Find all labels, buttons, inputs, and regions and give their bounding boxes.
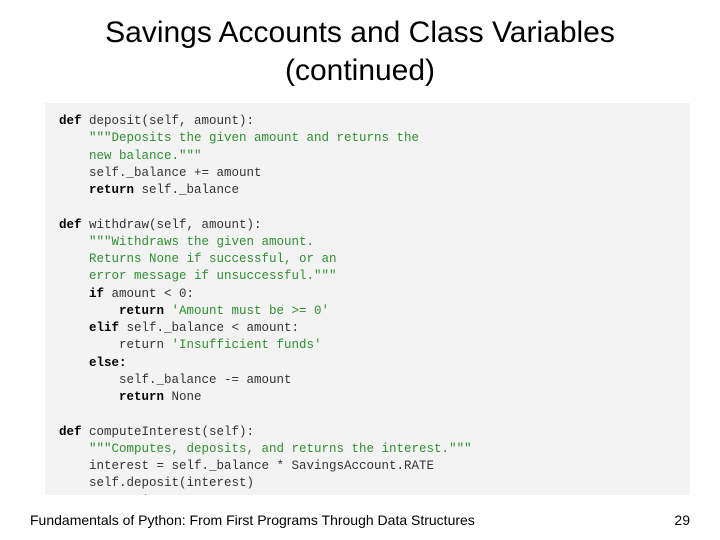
- code-text: [59, 304, 119, 318]
- code-text: amount < 0:: [104, 287, 194, 301]
- code-block: def deposit(self, amount): """Deposits t…: [45, 103, 690, 495]
- code-text: None: [164, 390, 202, 404]
- code-kw: def: [59, 218, 82, 232]
- code-kw: return: [119, 304, 164, 318]
- code-text: return: [59, 338, 172, 352]
- code-text: interest: [134, 494, 202, 496]
- code-text: self._balance < amount:: [119, 321, 299, 335]
- code-text: interest = self._balance * SavingsAccoun…: [59, 459, 434, 473]
- code-kw: return: [89, 494, 134, 496]
- code-text: [59, 321, 89, 335]
- code-text: [59, 183, 89, 197]
- code-text: [59, 287, 89, 301]
- code-kw: else:: [89, 356, 127, 370]
- code-docstring: new balance.""": [59, 149, 202, 163]
- code-string: 'Amount must be >= 0': [164, 304, 329, 318]
- title-line-2: (continued): [285, 54, 435, 87]
- code-docstring: error message if unsuccessful.""": [59, 269, 337, 283]
- code-kw: return: [119, 390, 164, 404]
- title-line-1: Savings Accounts and Class Variables: [105, 16, 615, 49]
- code-text: computeInterest(self):: [82, 425, 255, 439]
- page-number: 29: [674, 512, 690, 528]
- footer: Fundamentals of Python: From First Progr…: [30, 512, 690, 528]
- slide: Savings Accounts and Class Variables (co…: [0, 0, 720, 540]
- code-text: [59, 356, 89, 370]
- code-docstring: """Deposits the given amount and returns…: [59, 131, 419, 145]
- code-kw: return: [89, 183, 134, 197]
- code-kw: elif: [89, 321, 119, 335]
- code-docstring: """Computes, deposits, and returns the i…: [59, 442, 472, 456]
- code-text: self._balance += amount: [59, 166, 262, 180]
- code-docstring: """Withdraws the given amount.: [59, 235, 314, 249]
- footer-text: Fundamentals of Python: From First Progr…: [30, 512, 475, 528]
- slide-title: Savings Accounts and Class Variables (co…: [0, 0, 720, 89]
- code-text: deposit(self, amount):: [82, 114, 255, 128]
- code-text: self._balance -= amount: [59, 373, 292, 387]
- code-kw: if: [89, 287, 104, 301]
- code-text: withdraw(self, amount):: [82, 218, 262, 232]
- code-kw: def: [59, 114, 82, 128]
- code-docstring: Returns None if successful, or an: [59, 252, 337, 266]
- code-text: [59, 390, 119, 404]
- code-string: 'Insufficient funds': [172, 338, 322, 352]
- code-text: self._balance: [134, 183, 239, 197]
- code-kw: def: [59, 425, 82, 439]
- code-text: [59, 494, 89, 496]
- code-text: self.deposit(interest): [59, 476, 254, 490]
